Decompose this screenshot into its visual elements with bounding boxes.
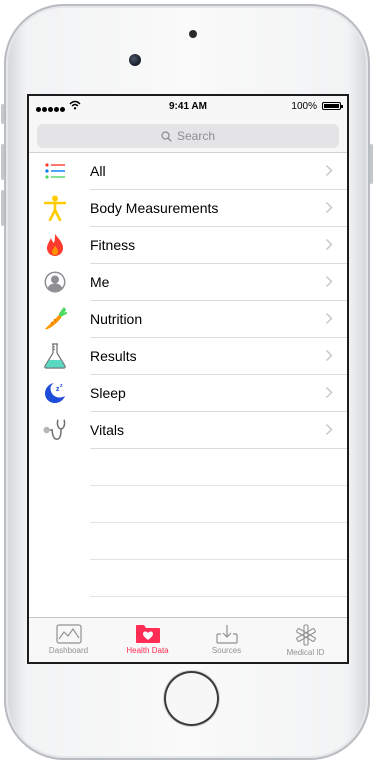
- row-separator: [90, 559, 347, 560]
- category-row-sleep[interactable]: z z Sleep: [29, 375, 347, 412]
- tab-label: Health Data: [126, 646, 169, 655]
- home-button[interactable]: [164, 671, 219, 726]
- tab-medical-id[interactable]: Medical ID: [266, 618, 345, 662]
- health-data-folder-icon: [135, 625, 160, 643]
- medical-id-star-icon: [295, 624, 316, 646]
- stethoscope-icon: [43, 418, 67, 442]
- tab-label: Dashboard: [48, 646, 89, 655]
- chevron-right-icon: [325, 238, 333, 251]
- volume-up-button: [1, 144, 4, 180]
- search-icon: [161, 130, 172, 142]
- row-separator: [90, 485, 347, 486]
- chevron-right-icon: [325, 312, 333, 325]
- category-row-me[interactable]: Me: [29, 264, 347, 301]
- chevron-right-icon: [325, 164, 333, 177]
- tab-label: Medical ID: [286, 648, 325, 657]
- search-bar-container: Search: [29, 118, 347, 153]
- dashboard-graph-icon: [55, 624, 82, 644]
- category-label: Body Measurements: [90, 200, 219, 216]
- chevron-right-icon: [325, 386, 333, 399]
- volume-down-button: [1, 190, 4, 226]
- person-silhouette-icon: [43, 270, 67, 294]
- chevron-right-icon: [325, 349, 333, 362]
- status-bar: 9:41 AM 100%: [29, 96, 347, 118]
- list-icon: [43, 159, 67, 183]
- category-row-nutrition[interactable]: Nutrition: [29, 301, 347, 338]
- category-label: Fitness: [90, 237, 136, 253]
- chevron-right-icon: [325, 275, 333, 288]
- front-camera: [129, 54, 141, 66]
- flask-icon: [43, 343, 67, 369]
- category-row-fitness[interactable]: Fitness: [29, 227, 347, 264]
- chevron-right-icon: [325, 201, 333, 214]
- svg-text:z: z: [60, 383, 63, 389]
- category-row-results[interactable]: Results: [29, 338, 347, 375]
- health-category-list: All Body Measurements Fitness Me Nutriti…: [29, 153, 347, 449]
- search-placeholder: Search: [176, 129, 216, 143]
- battery-icon: [322, 102, 343, 110]
- power-button: [370, 144, 373, 184]
- sources-download-icon: [215, 625, 238, 644]
- earpiece-speaker: [189, 30, 197, 38]
- mute-switch: [1, 104, 4, 124]
- body-figure-icon: [43, 195, 67, 221]
- chevron-right-icon: [325, 423, 333, 436]
- row-separator: [90, 596, 347, 597]
- tab-dashboard[interactable]: Dashboard: [29, 618, 108, 662]
- flame-icon: [43, 233, 67, 257]
- tab-label: Sources: [211, 646, 242, 655]
- category-label: All: [90, 163, 106, 179]
- moon-icon: z z: [43, 381, 67, 405]
- category-label: Me: [90, 274, 110, 290]
- row-separator: [90, 522, 347, 523]
- tab-health-data[interactable]: Health Data: [108, 618, 187, 662]
- carrot-icon: [43, 307, 67, 331]
- screen: 9:41 AM 100% Search All Body Measurement…: [29, 96, 347, 662]
- battery-percent: 100%: [291, 101, 317, 112]
- tab-bar: Dashboard Health Data Sources Medical ID: [29, 617, 347, 662]
- category-row-body-measurements[interactable]: Body Measurements: [29, 190, 347, 227]
- category-label: Vitals: [90, 422, 124, 438]
- category-row-vitals[interactable]: Vitals: [29, 412, 347, 449]
- search-field[interactable]: Search: [37, 124, 339, 148]
- category-label: Sleep: [90, 385, 126, 401]
- category-label: Results: [90, 348, 137, 364]
- category-row-all[interactable]: All: [29, 153, 347, 190]
- tab-sources[interactable]: Sources: [187, 618, 266, 662]
- category-label: Nutrition: [90, 311, 143, 327]
